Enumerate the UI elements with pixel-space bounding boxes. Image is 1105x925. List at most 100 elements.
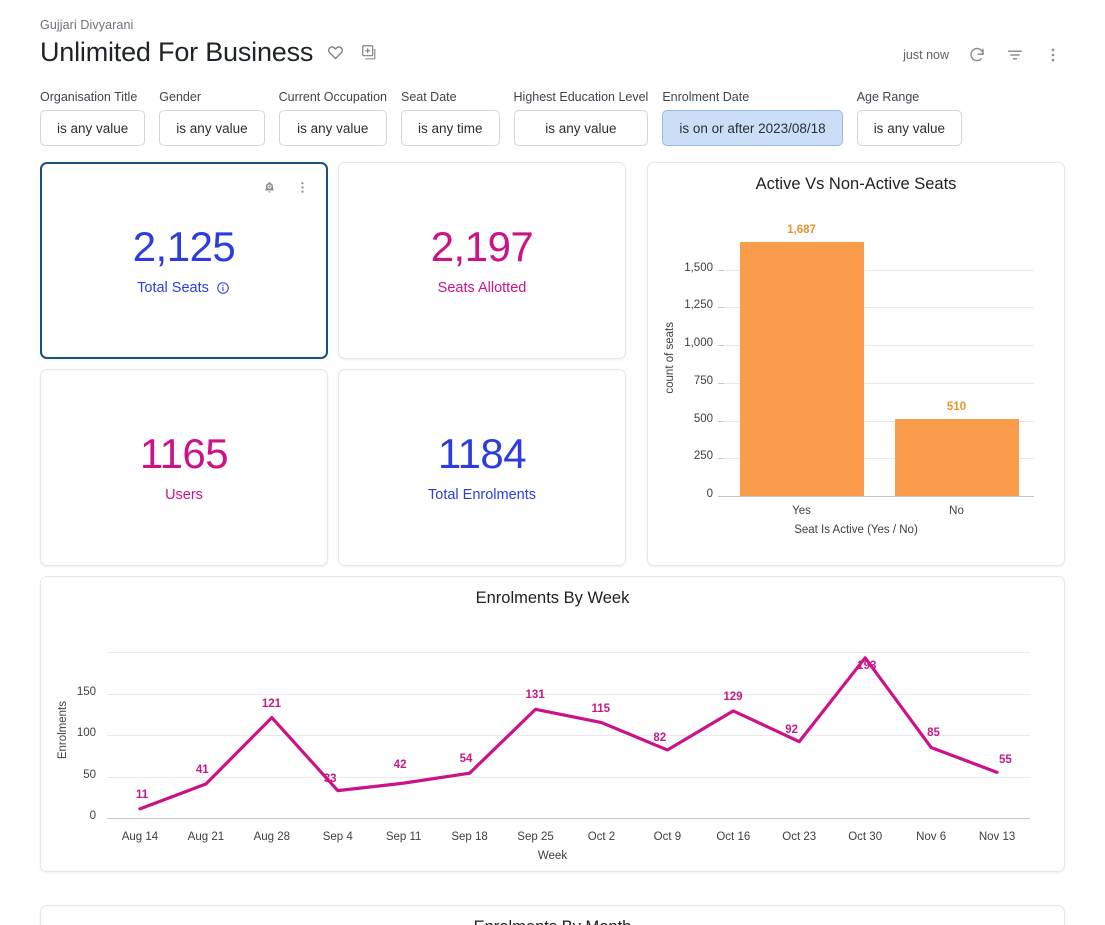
filter-label: Enrolment Date bbox=[662, 90, 750, 104]
x-tick-label: Oct 23 bbox=[782, 831, 817, 843]
x-tick-label: Nov 13 bbox=[978, 831, 1016, 843]
y-tick-mark bbox=[718, 307, 724, 309]
kpi-value-users: 1165 bbox=[139, 430, 229, 478]
filter-value-age-range[interactable]: is any value bbox=[856, 110, 962, 146]
x-tick-label: Aug 14 bbox=[121, 831, 159, 843]
x-tick-label: Oct 2 bbox=[587, 831, 616, 843]
axis-line bbox=[724, 496, 1034, 497]
kpi-value-total-enrolments: 1184 bbox=[437, 430, 527, 478]
bar-yes[interactable] bbox=[739, 241, 864, 496]
filter-label: Organisation Title bbox=[40, 90, 138, 104]
dashboard-owner: Gujjari Divyarani bbox=[40, 18, 134, 32]
kpi-row-1: 2,125 Total Seats 2,197 Seats Allotted bbox=[40, 162, 637, 359]
filter-gender: Gender is any value bbox=[159, 90, 265, 146]
x-tick-label: Sep 11 bbox=[385, 831, 422, 843]
kpi-column: 2,125 Total Seats 2,197 Seats Allotted 1… bbox=[40, 162, 637, 566]
kpi-label-row: Total Seats bbox=[137, 280, 231, 296]
filter-value-highest-education-level[interactable]: is any value bbox=[513, 110, 649, 146]
point-value-label: 41 bbox=[195, 763, 209, 776]
point-value-label: 131 bbox=[525, 689, 545, 702]
y-tick-label: 750 bbox=[693, 374, 713, 387]
chart-title: Enrolments By Month bbox=[41, 906, 1064, 925]
kebab-menu-icon[interactable] bbox=[290, 175, 314, 199]
dashboard-grid: 2,125 Total Seats 2,197 Seats Allotted 1… bbox=[0, 146, 1105, 872]
chart-card-active-vs-non-active-seats[interactable]: Active Vs Non-Active Seats count of seat… bbox=[647, 162, 1065, 566]
kpi-label-row: Seats Allotted bbox=[438, 280, 527, 296]
kpi-value-seats-allotted: 2,197 bbox=[430, 223, 534, 271]
filter-icon[interactable] bbox=[1003, 43, 1027, 67]
filter-value-gender[interactable]: is any value bbox=[159, 110, 265, 146]
x-tick-label: No bbox=[949, 505, 964, 517]
filter-label: Seat Date bbox=[400, 90, 457, 104]
filter-organisation-title: Organisation Title is any value bbox=[40, 90, 146, 146]
info-icon[interactable] bbox=[216, 280, 231, 295]
grid-row-1: 2,125 Total Seats 2,197 Seats Allotted 1… bbox=[40, 162, 1065, 566]
x-tick-label: Nov 6 bbox=[916, 831, 947, 843]
refresh-icon[interactable] bbox=[965, 43, 989, 67]
point-value-label: 54 bbox=[459, 753, 473, 766]
bar-chart-plot: count of seats 0 250 500 750 1,000 1,250 1,500 1… bbox=[662, 194, 1050, 554]
point-value-label: 55 bbox=[999, 754, 1012, 767]
kpi-value-total-seats: 2,125 bbox=[132, 223, 236, 271]
chart-card-enrolments-by-week[interactable]: Enrolments By Week Enrolments 0 50 100 150 11… bbox=[40, 576, 1065, 872]
point-value-label: 11 bbox=[135, 788, 149, 801]
chart-title: Enrolments By Week bbox=[475, 589, 630, 607]
point-value-label: 92 bbox=[785, 723, 799, 736]
x-tick-label: Yes bbox=[792, 505, 811, 517]
point-value-label: 82 bbox=[653, 731, 667, 744]
kpi-label-seats-allotted: Seats Allotted bbox=[437, 279, 527, 296]
point-value-label: 193 bbox=[857, 659, 877, 672]
y-tick-label: 0 bbox=[706, 488, 713, 500]
add-alert-bell-icon[interactable] bbox=[257, 175, 281, 199]
x-axis-label: Week bbox=[537, 850, 568, 862]
kpi-row-2: 1165 Users 1184 Total Enrolments bbox=[40, 369, 637, 566]
filter-value-organisation-title[interactable]: is any value bbox=[40, 110, 146, 146]
kebab-menu-icon[interactable] bbox=[1041, 43, 1065, 67]
y-tick-label: 500 bbox=[693, 412, 713, 425]
page-title: Unlimited For Business bbox=[40, 37, 314, 67]
kpi-tile-total-enrolments[interactable]: 1184 Total Enrolments bbox=[338, 369, 626, 566]
kpi-tile-seats-allotted[interactable]: 2,197 Seats Allotted bbox=[338, 162, 626, 359]
point-value-label: 115 bbox=[591, 702, 611, 715]
point-value-label: 33 bbox=[323, 772, 337, 785]
x-tick-label: Oct 30 bbox=[848, 831, 883, 843]
line-chart-plot: Enrolments 0 50 100 150 11 Aug 14 41 Aug 21 121 Au… bbox=[55, 608, 1050, 866]
bar-no[interactable] bbox=[894, 419, 1019, 496]
point-value-label: 42 bbox=[393, 759, 407, 772]
dashboard-toolbar: just now bbox=[903, 43, 1065, 67]
point-value-label: 129 bbox=[723, 690, 743, 703]
kpi-tile-total-seats[interactable]: 2,125 Total Seats bbox=[40, 162, 328, 359]
y-tick-mark bbox=[718, 269, 724, 271]
filter-value-seat-date[interactable]: is any time bbox=[400, 110, 500, 146]
y-tick-mark bbox=[718, 496, 724, 497]
line-series bbox=[138, 656, 999, 811]
y-tick-mark bbox=[718, 345, 724, 347]
bar-value-label: 1,687 bbox=[787, 223, 816, 236]
filter-value-enrolment-date[interactable]: is on or after 2023/08/18 bbox=[662, 110, 843, 146]
heart-icon[interactable] bbox=[323, 41, 347, 65]
filter-value-current-occupation[interactable]: is any value bbox=[278, 110, 387, 146]
y-tick-label: 250 bbox=[693, 450, 713, 463]
last-refresh-stamp: just now bbox=[903, 48, 949, 62]
filter-label: Highest Education Level bbox=[513, 90, 649, 104]
add-to-board-icon[interactable] bbox=[357, 41, 381, 65]
filter-bar: Organisation Title is any value Gender i… bbox=[0, 68, 1105, 146]
y-tick-label: 1,250 bbox=[684, 299, 713, 312]
filter-current-occupation: Current Occupation is any value bbox=[278, 90, 387, 146]
kpi-label-total-seats: Total Seats bbox=[137, 279, 209, 296]
x-tick-label: Oct 16 bbox=[716, 831, 751, 843]
x-axis-label: Seat Is Active (Yes / No) bbox=[794, 524, 918, 536]
x-tick-label: Aug 21 bbox=[187, 831, 225, 843]
y-tick-label: 1,000 bbox=[684, 337, 713, 350]
kpi-tile-users[interactable]: 1165 Users bbox=[40, 369, 328, 566]
filter-label: Age Range bbox=[856, 90, 920, 104]
filter-highest-education-level: Highest Education Level is any value bbox=[513, 90, 649, 146]
point-value-label: 121 bbox=[261, 697, 281, 710]
x-tick-label: Aug 28 bbox=[253, 831, 291, 843]
filter-age-range: Age Range is any value bbox=[856, 90, 962, 146]
kpi-label-users: Users bbox=[165, 486, 203, 503]
tile-actions bbox=[257, 175, 314, 199]
y-tick-label: 1,500 bbox=[684, 261, 713, 274]
chart-card-enrolments-by-month[interactable]: Enrolments By Month bbox=[40, 905, 1065, 925]
y-tick-mark bbox=[718, 458, 724, 460]
